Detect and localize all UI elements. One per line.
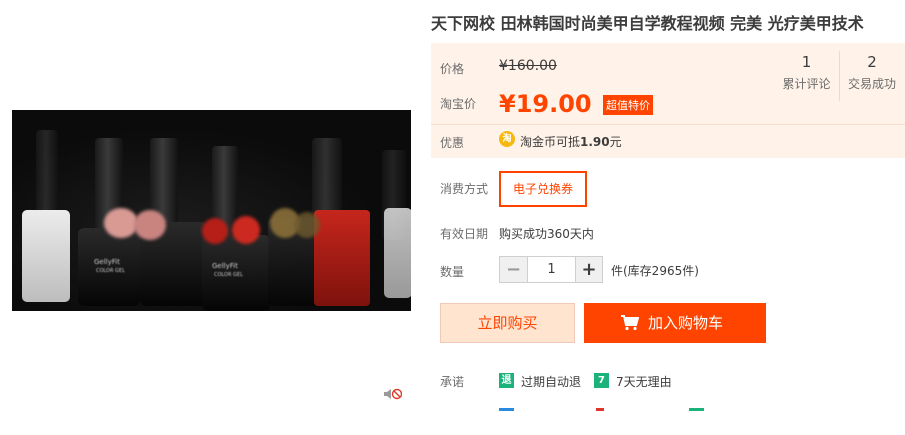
cart-icon — [621, 315, 639, 331]
validity-text: 购买成功360天内 — [499, 227, 594, 241]
white-bottle — [384, 208, 411, 298]
service-icon — [499, 408, 514, 411]
transaction-label: 交易成功 — [847, 77, 896, 91]
mute-icon[interactable] — [382, 387, 402, 401]
seven-day-return-text[interactable]: 7天无理由 — [616, 373, 672, 390]
current-price: ¥19.00 — [499, 90, 592, 118]
pink-bow — [134, 210, 166, 240]
red-bottle — [314, 210, 370, 306]
stat-transactions[interactable]: 2 交易成功 — [839, 51, 904, 101]
bottle-label: GellyFit — [94, 258, 120, 266]
stock-text: 件(库存2965件) — [611, 264, 699, 278]
taobao-coin-icon: 淘 — [499, 131, 515, 147]
promo-price-label: 淘宝价 — [440, 97, 477, 111]
nail-polish-bottle — [78, 228, 140, 306]
original-price: ¥160.00 — [499, 58, 557, 74]
auto-refund-text[interactable]: 过期自动退 — [521, 373, 581, 390]
add-to-cart-label: 加入购物车 — [648, 314, 724, 332]
coin-text-prefix: 淘金币可抵 — [520, 135, 581, 149]
add-to-cart-button[interactable]: 加入购物车 — [584, 303, 766, 343]
coin-text-suffix: 元 — [609, 135, 622, 149]
decrease-button[interactable]: − — [500, 257, 527, 282]
sales-stats: 1 累计评论 2 交易成功 — [774, 51, 905, 101]
service-icon — [596, 408, 604, 411]
product-title: 天下网校 田林韩国时尚美甲自学教程视频 完美 光疗美甲技术 — [431, 14, 864, 33]
white-bottle — [22, 210, 70, 302]
red-bow — [232, 216, 260, 244]
product-video[interactable]: GellyFit COLOR GEL GellyFit COLOR GEL — [12, 110, 411, 311]
quantity-label: 数量 — [440, 265, 465, 279]
bottle-cap — [36, 130, 58, 220]
review-count: 1 — [801, 53, 812, 71]
price-panel: 价格 ¥160.00 淘宝价 ¥19.00 超值特价 优惠 淘 淘金币可抵1.9… — [431, 43, 905, 158]
transaction-count: 2 — [867, 53, 877, 71]
review-label: 累计评论 — [782, 77, 831, 91]
quantity-input[interactable] — [527, 257, 575, 282]
stat-reviews[interactable]: 1 累计评论 — [774, 51, 839, 101]
auto-refund-icon: 退 — [499, 373, 514, 388]
bottle-label: GellyFit — [212, 262, 238, 270]
gold-bow — [294, 212, 320, 238]
coin-discount-text: 淘金币可抵1.90元 — [520, 133, 622, 150]
quantity-stepper: − + — [499, 256, 603, 283]
pink-bow — [104, 208, 138, 238]
promise-label: 承诺 — [440, 375, 465, 389]
consume-label: 消费方式 — [440, 182, 489, 196]
red-bow — [202, 218, 228, 244]
price-label: 价格 — [440, 62, 465, 76]
validity-label: 有效日期 — [440, 227, 489, 241]
bottle-label: COLOR GEL — [214, 272, 243, 278]
special-price-badge: 超值特价 — [603, 95, 653, 115]
buy-now-button[interactable]: 立即购买 — [440, 303, 575, 343]
service-icon — [689, 408, 704, 411]
e-voucher-option[interactable]: 电子兑换券 — [499, 171, 587, 207]
discount-label: 优惠 — [440, 136, 465, 150]
price-divider — [431, 124, 905, 125]
increase-button[interactable]: + — [575, 257, 602, 282]
coin-amount: 1.90 — [580, 135, 610, 149]
seven-day-return-icon: 7 — [594, 373, 609, 388]
bottle-label: COLOR GEL — [96, 268, 125, 274]
